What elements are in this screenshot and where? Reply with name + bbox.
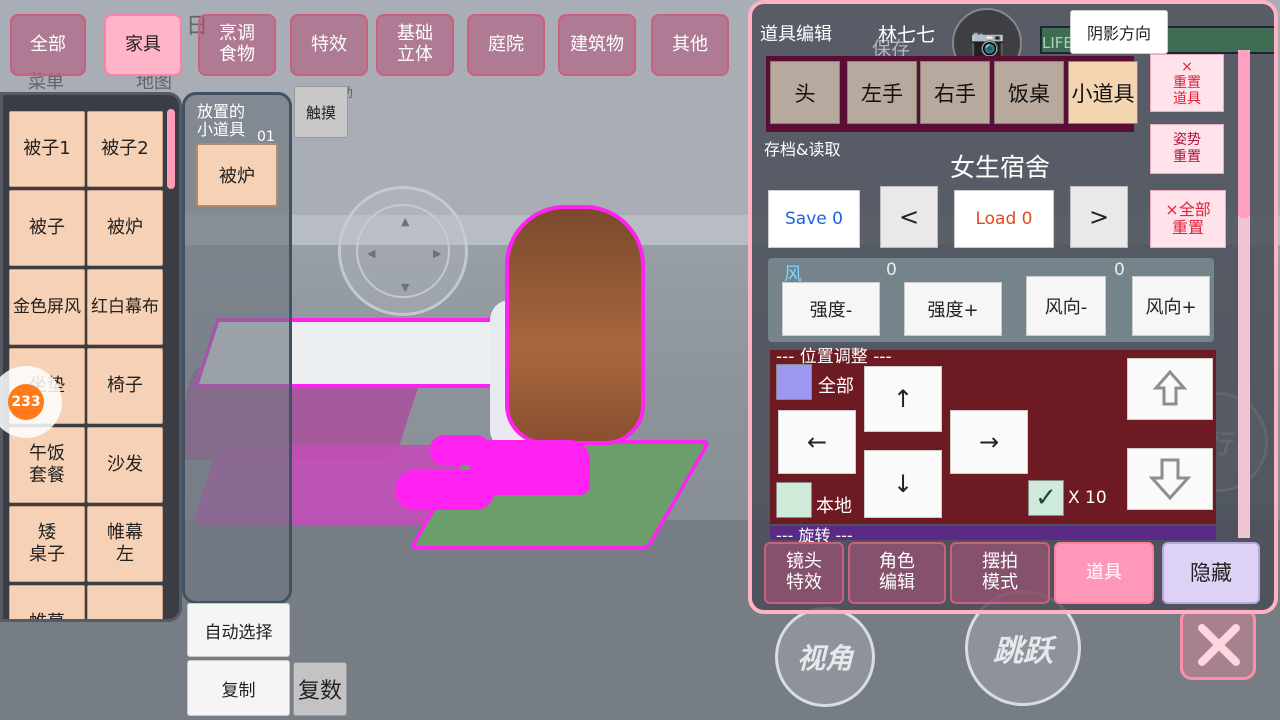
- shadow-direction-value: 0: [1152, 34, 1163, 54]
- item-lunch-set[interactable]: 午饭 套餐: [9, 427, 85, 503]
- prop-editor-panel: 道具编辑 林七七 保存 📷 LIFE 阴影方向 0 头 左手 右手 饭桌 小道具…: [748, 0, 1278, 614]
- life-ghost-label: LIFE: [1042, 34, 1073, 52]
- multiplier-label: X 10: [1068, 488, 1107, 508]
- category-tab-cooking-food[interactable]: 烹调 食物: [198, 14, 276, 76]
- item-curtain-left[interactable]: 帷幕 左: [87, 506, 163, 582]
- item-empty[interactable]: [87, 585, 163, 619]
- badge-233-icon: 233: [8, 384, 44, 420]
- bottom-tab-character-edit[interactable]: 角色 编辑: [848, 542, 946, 604]
- item-curtain[interactable]: 帷幕: [9, 585, 85, 619]
- camera-joystick[interactable]: ▲ ▼ ◀ ▶: [338, 186, 468, 316]
- camera-icon: 📷: [970, 26, 1005, 59]
- selection-outline: [395, 470, 495, 510]
- bottom-tab-camera-effects[interactable]: 镜头 特效: [764, 542, 844, 604]
- part-dining-table-button[interactable]: 饭桌: [994, 61, 1064, 124]
- raise-arrow-icon: [1152, 369, 1188, 406]
- prev-slot-button[interactable]: <: [880, 186, 938, 248]
- part-left-hand-button[interactable]: 左手: [847, 61, 917, 124]
- lower-arrow-icon: [1148, 458, 1192, 501]
- bottom-tab-pose-mode[interactable]: 摆拍 模式: [950, 542, 1050, 604]
- reset-all-button[interactable]: ×全部 重置: [1150, 190, 1226, 248]
- category-tab-effects[interactable]: 特效: [290, 14, 368, 76]
- prop-editor-title: 道具编辑: [760, 24, 832, 45]
- item-quilt[interactable]: 被子: [9, 190, 85, 266]
- hide-button[interactable]: 隐藏: [1162, 542, 1260, 604]
- part-right-hand-button[interactable]: 右手: [920, 61, 990, 124]
- part-head-button[interactable]: 头: [770, 61, 840, 124]
- wind-direction-value: 0: [1114, 260, 1125, 280]
- item-kotatsu[interactable]: 被炉: [87, 190, 163, 266]
- save-slot-button[interactable]: Save 0: [768, 190, 860, 248]
- item-sofa[interactable]: 沙发: [87, 427, 163, 503]
- auto-select-button[interactable]: 自动选择: [187, 603, 290, 657]
- all-mode-label: 全部: [818, 376, 854, 397]
- raise-button[interactable]: [1127, 358, 1213, 420]
- bottom-tab-props[interactable]: 道具: [1054, 542, 1154, 604]
- move-left-button[interactable]: ←: [778, 410, 856, 474]
- view-angle-button[interactable]: 视角: [775, 607, 875, 707]
- local-mode-label: 本地: [816, 496, 852, 517]
- placed-props-panel: 放置的 小道具 01 被炉: [182, 92, 292, 604]
- wind-strength-plus-button[interactable]: 强度+: [904, 282, 1002, 336]
- wind-strength-minus-button[interactable]: 强度-: [782, 282, 880, 336]
- wind-strength-value: 0: [886, 260, 897, 280]
- category-tab-furniture[interactable]: 家具: [104, 14, 182, 76]
- wind-direction-plus-button[interactable]: 风向+: [1132, 276, 1210, 336]
- move-up-button[interactable]: ↑: [864, 366, 942, 432]
- move-right-button[interactable]: →: [950, 410, 1028, 474]
- arrow-up-icon: ▲: [401, 215, 410, 228]
- category-tab-courtyard[interactable]: 庭院: [467, 14, 545, 76]
- load-slot-button[interactable]: Load 0: [954, 190, 1054, 248]
- item-panel-scrollbar[interactable]: [167, 109, 175, 189]
- wind-direction-minus-button[interactable]: 风向-: [1026, 276, 1106, 336]
- furniture-item-panel[interactable]: 被子1 被子2 被子 被炉 金色屏风 红白幕布 坐垫 椅子 午饭 套餐 沙发 矮…: [0, 92, 182, 622]
- copy-button[interactable]: 复制: [187, 660, 290, 716]
- all-mode-toggle[interactable]: [776, 364, 812, 400]
- editor-scrollbar-thumb[interactable]: [1238, 50, 1250, 218]
- arrow-right-icon: ▶: [433, 247, 442, 260]
- reset-prop-button[interactable]: × 重置 道具: [1150, 54, 1224, 112]
- item-quilt-1[interactable]: 被子1: [9, 111, 85, 187]
- character-hair[interactable]: [505, 205, 645, 445]
- placed-item-kotatsu[interactable]: 被炉: [196, 143, 278, 207]
- category-tab-basic-3d[interactable]: 基础 立体: [376, 14, 454, 76]
- category-tab-other[interactable]: 其他: [651, 14, 729, 76]
- item-chair[interactable]: 椅子: [87, 348, 163, 424]
- save-load-label: 存档&读取: [764, 140, 841, 159]
- category-tab-all[interactable]: 全部: [10, 14, 86, 76]
- local-mode-toggle[interactable]: [776, 482, 812, 518]
- arrow-down-icon: ▼: [401, 281, 410, 294]
- move-down-button[interactable]: ↓: [864, 450, 942, 518]
- touch-button[interactable]: 触摸: [294, 86, 348, 138]
- next-slot-button[interactable]: >: [1070, 186, 1128, 248]
- item-red-white-curtain[interactable]: 红白幕布: [87, 269, 163, 345]
- save-slot-name: 女生宿舍: [950, 153, 1051, 182]
- lower-button[interactable]: [1127, 448, 1213, 510]
- reset-pose-button[interactable]: 姿势 重置: [1150, 124, 1224, 174]
- close-icon[interactable]: [1180, 608, 1256, 680]
- placed-props-title: 放置的 小道具: [197, 102, 246, 140]
- item-golden-screen[interactable]: 金色屏风: [9, 269, 85, 345]
- arrow-left-icon: ◀: [367, 247, 376, 260]
- part-small-prop-button[interactable]: 小道具: [1068, 61, 1138, 124]
- multi-copy-button[interactable]: 复数: [293, 662, 347, 716]
- multiplier-checkbox[interactable]: ✓: [1028, 480, 1064, 516]
- item-quilt-2[interactable]: 被子2: [87, 111, 163, 187]
- category-tab-buildings[interactable]: 建筑物: [558, 14, 636, 76]
- item-low-table[interactable]: 矮 桌子: [9, 506, 85, 582]
